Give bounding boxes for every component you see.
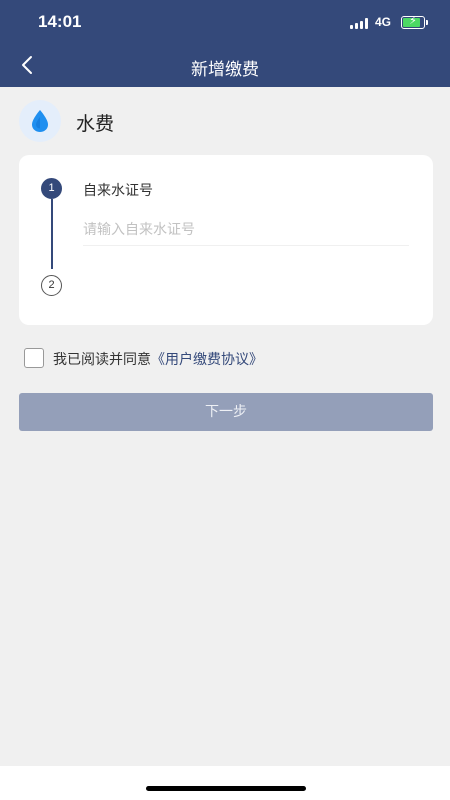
status-time: 14:01 xyxy=(38,12,82,31)
agreement-text: 我已阅读并同意《用户缴费协议》 xyxy=(53,349,263,369)
water-drop-icon xyxy=(19,100,61,142)
step-2-indicator: 2 xyxy=(41,275,62,296)
water-cert-label: 自来水证号 xyxy=(83,183,153,199)
water-cert-input[interactable] xyxy=(83,214,409,246)
home-indicator[interactable] xyxy=(146,786,306,791)
status-bar: 14:01 4G ⚡ xyxy=(0,0,450,44)
step-connector xyxy=(51,199,53,269)
agreement-row: 我已阅读并同意《用户缴费协议》 xyxy=(24,347,424,369)
form-card: 1 2 自来水证号 xyxy=(19,155,433,325)
service-header: 水费 xyxy=(19,100,319,142)
nav-bar: 新增缴费 xyxy=(0,44,450,87)
page-title: 新增缴费 xyxy=(191,60,259,80)
bottom-bar xyxy=(0,766,450,800)
agreement-label: 我已阅读并同意 xyxy=(53,352,151,368)
step-1-indicator: 1 xyxy=(41,178,62,199)
service-name: 水费 xyxy=(76,113,115,135)
header: 14:01 4G ⚡ 新增缴费 xyxy=(0,0,450,87)
battery-charging-icon: ⚡ xyxy=(401,14,428,29)
network-type: 4G xyxy=(375,15,392,29)
agreement-checkbox[interactable] xyxy=(24,348,44,368)
next-step-button[interactable]: 下一步 xyxy=(19,393,433,431)
signal-icon xyxy=(350,18,370,29)
agreement-link[interactable]: 《用户缴费协议》 xyxy=(151,352,263,368)
